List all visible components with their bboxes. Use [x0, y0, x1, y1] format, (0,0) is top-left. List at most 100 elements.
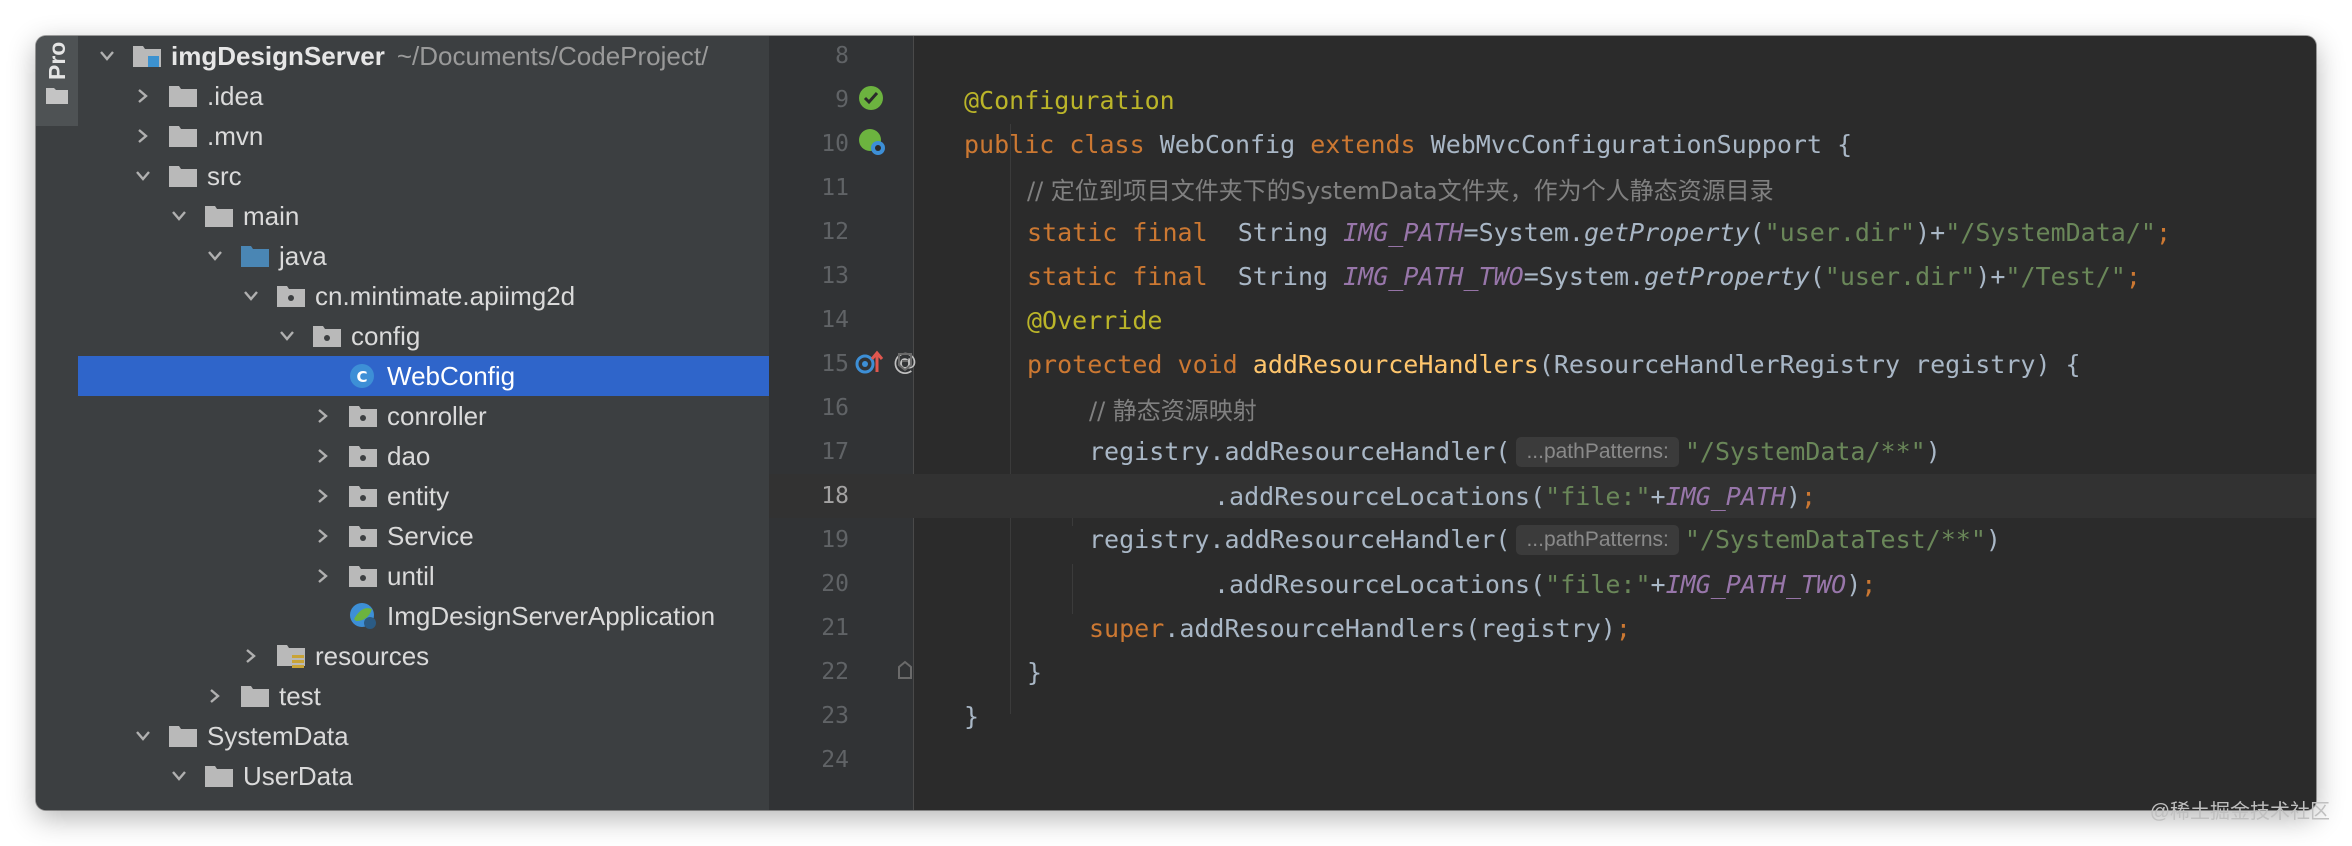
chevron-right-icon[interactable]: [314, 487, 332, 505]
tree-item-webconfig[interactable]: C WebConfig: [78, 356, 778, 396]
folder-icon: [168, 723, 198, 749]
chevron-right-icon[interactable]: [314, 567, 332, 585]
tree-item-label: java: [279, 240, 327, 271]
code-text: }: [964, 701, 980, 731]
chevron-right-icon[interactable]: [314, 527, 332, 545]
folder-icon: [168, 163, 198, 189]
code-text: }: [1027, 657, 1043, 687]
spring-boot-class-icon: [348, 603, 378, 629]
tree-root[interactable]: imgDesignServer ~/Documents/CodeProject/: [78, 36, 778, 76]
chevron-right-icon[interactable]: [314, 407, 332, 425]
folder-icon: [168, 123, 198, 149]
tree-item-systemdata[interactable]: SystemData: [78, 716, 778, 756]
tree-item-label: SystemData: [207, 720, 349, 751]
chevron-right-icon[interactable]: [314, 447, 332, 465]
parameter-hint: ...pathPatterns:: [1516, 437, 1679, 467]
override-icon[interactable]: [855, 348, 885, 380]
line-number: 17: [821, 439, 849, 465]
code-line-17: 17 registry.addResourceHandler(...pathPa…: [769, 430, 2316, 474]
tree-item-label: resources: [315, 640, 430, 671]
code-text: static final String IMG_PATH=System.getP…: [1027, 217, 2171, 247]
chevron-down-icon[interactable]: [134, 727, 152, 745]
code-line-13: 13 static final String IMG_PATH_TWO=Syst…: [769, 254, 2316, 298]
chevron-right-icon[interactable]: [134, 127, 152, 145]
watermark: @稀土掘金技术社区: [2149, 801, 2330, 823]
tree-item-main[interactable]: main: [78, 196, 778, 236]
chevron-down-icon[interactable]: [170, 767, 188, 785]
tree-item-userdata[interactable]: UserData: [78, 756, 778, 796]
tree-item-java[interactable]: java: [78, 236, 778, 276]
line-number: 9: [835, 87, 849, 113]
project-tool-label: Pro: [44, 41, 70, 80]
package-icon: [276, 283, 306, 309]
tree-item-test[interactable]: test: [78, 676, 778, 716]
line-number: 13: [821, 263, 849, 289]
code-text: public class WebConfig extends WebMvcCon…: [964, 129, 1853, 159]
tree-item-resources[interactable]: resources: [78, 636, 778, 676]
code-text: registry.addResourceHandler(...pathPatte…: [1089, 525, 2001, 555]
chevron-down-icon[interactable]: [134, 167, 152, 185]
chevron-right-icon[interactable]: [242, 647, 260, 665]
tree-item-service[interactable]: Service: [78, 516, 778, 556]
code-text: protected void addResourceHandlers(Resou…: [1027, 349, 2081, 379]
chevron-down-icon[interactable]: [206, 247, 224, 265]
code-text: @Configuration: [964, 85, 1175, 115]
spring-bean-icon[interactable]: [857, 84, 885, 116]
code-line-9: 9 @Configuration: [769, 78, 2316, 122]
tree-item-package[interactable]: cn.mintimate.apiimg2d: [78, 276, 778, 316]
chevron-down-icon[interactable]: [242, 287, 260, 305]
java-class-icon: C: [348, 363, 378, 389]
fold-end-icon[interactable]: [897, 660, 913, 684]
tree-item-label: .mvn: [207, 120, 264, 151]
tree-item-entity[interactable]: entity: [78, 476, 778, 516]
folder-icon: [204, 763, 234, 789]
tree-item-dao[interactable]: dao: [78, 436, 778, 476]
spring-config-icon[interactable]: [857, 127, 887, 161]
tree-item-label: until: [387, 560, 435, 591]
tree-item-until[interactable]: until: [78, 556, 778, 596]
chevron-right-icon[interactable]: [134, 87, 152, 105]
tree-item-config[interactable]: config: [78, 316, 778, 356]
line-number: 24: [821, 747, 849, 773]
chevron-right-icon[interactable]: [206, 687, 224, 705]
tree-item-idea[interactable]: .idea: [78, 76, 778, 116]
tree-item-label: main: [243, 200, 300, 231]
folder-icon: [168, 83, 198, 109]
resources-folder-icon: [276, 643, 306, 669]
tree-item-label: entity: [387, 480, 450, 511]
chevron-down-icon[interactable]: [170, 207, 188, 225]
code-line-23: 23 }: [769, 694, 2316, 738]
chevron-down-icon[interactable]: [98, 47, 116, 65]
package-icon: [348, 483, 378, 509]
line-number: 10: [821, 131, 849, 157]
fold-icon[interactable]: [897, 352, 913, 376]
code-line-8: 8: [769, 36, 2316, 78]
tree-item-mvn[interactable]: .mvn: [78, 116, 778, 156]
code-text: // 静态资源映射: [1089, 396, 1257, 425]
code-line-21: 21 super.addResourceHandlers(registry);: [769, 606, 2316, 650]
code-editor[interactable]: 8 9 @Configuration 10 public class WebCo…: [769, 36, 2316, 810]
folder-icon: [240, 683, 270, 709]
tree-item-application[interactable]: ImgDesignServerApplication: [78, 596, 778, 636]
line-number: 16: [821, 395, 849, 421]
project-tool-tab[interactable]: Pro: [36, 36, 78, 126]
line-number: 14: [821, 307, 849, 333]
tree-item-label: Service: [387, 520, 474, 551]
chevron-down-icon[interactable]: [278, 327, 296, 345]
tree-item-conroller[interactable]: conroller: [78, 396, 778, 436]
line-number: 19: [821, 527, 849, 553]
code-text: registry.addResourceHandler(...pathPatte…: [1089, 437, 1941, 467]
line-number: 23: [821, 703, 849, 729]
code-line-10: 10 public class WebConfig extends WebMvc…: [769, 122, 2316, 166]
code-text: static final String IMG_PATH_TWO=System.…: [1027, 261, 2141, 291]
package-icon: [348, 443, 378, 469]
code-line-22: 22 }: [769, 650, 2316, 694]
code-text: .addResourceLocations("file:"+IMG_PATH_T…: [1214, 569, 1877, 599]
tree-item-src[interactable]: src: [78, 156, 778, 196]
line-number: 12: [821, 219, 849, 245]
tool-window-strip: Pro: [36, 36, 79, 810]
tree-item-label: WebConfig: [387, 360, 516, 391]
package-icon: [312, 323, 342, 349]
